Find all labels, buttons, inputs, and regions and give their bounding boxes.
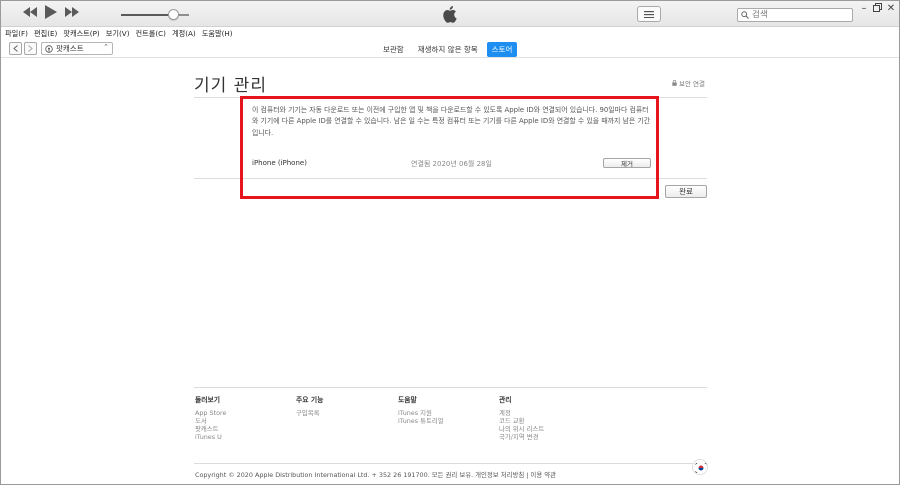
menu-account[interactable]: 계정(A) bbox=[172, 29, 196, 39]
tab-store[interactable]: 스토어 bbox=[486, 42, 518, 57]
rewind-button[interactable] bbox=[23, 7, 37, 17]
itunes-window: – ✕ 파일(F) 편집(E) 팟캐스트(P) 보기(V) 컨트롤(C) 계정(… bbox=[0, 0, 900, 485]
search-box[interactable] bbox=[737, 8, 853, 22]
secure-connection-link[interactable]: 보안 연결 bbox=[672, 78, 705, 88]
footer-heading: 주요 기능 bbox=[296, 396, 324, 404]
menu-file[interactable]: 파일(F) bbox=[5, 29, 28, 39]
footer-column-manage: 관리 계정 코드 교환 나의 위시 리스트 국가/지역 변경 bbox=[499, 394, 544, 441]
list-view-button[interactable] bbox=[637, 6, 661, 22]
minimize-button[interactable]: – bbox=[858, 3, 870, 15]
rewind-icon bbox=[23, 7, 37, 17]
volume-slider-knob[interactable] bbox=[168, 9, 179, 20]
footer-link-books[interactable]: 도서 bbox=[195, 417, 226, 425]
section-tabs: 보관함 재생하지 않은 항목 스토어 bbox=[378, 42, 521, 57]
nav-bar: 팟캐스트 ⌃ 보관함 재생하지 않은 항목 스토어 bbox=[1, 40, 899, 58]
menu-bar: 파일(F) 편집(E) 팟캐스트(P) 보기(V) 컨트롤(C) 계정(A) 도… bbox=[1, 28, 899, 40]
list-view-icon bbox=[644, 10, 654, 18]
menu-edit[interactable]: 편집(E) bbox=[34, 29, 57, 39]
tab-library[interactable]: 보관함 bbox=[378, 42, 409, 57]
page-title: 기기 관리 bbox=[194, 76, 267, 96]
tab-unplayed[interactable]: 재생하지 않은 항목 bbox=[413, 42, 483, 57]
menu-help[interactable]: 도움말(H) bbox=[202, 29, 233, 39]
footer-heading: 관리 bbox=[499, 396, 512, 404]
footer-column-help: 도움말 iTunes 지원 iTunes 튜토리얼 bbox=[398, 394, 444, 425]
footer-heading: 둘러보기 bbox=[195, 396, 221, 404]
chevron-left-icon bbox=[13, 45, 18, 52]
forward-button[interactable] bbox=[24, 42, 37, 55]
copyright-divider bbox=[194, 463, 707, 464]
footer-link-support[interactable]: iTunes 지원 bbox=[398, 409, 444, 417]
footer-link-itunes-u[interactable]: iTunes U bbox=[195, 433, 226, 441]
lock-icon bbox=[672, 80, 677, 86]
updown-chevron-icon: ⌃ bbox=[103, 43, 109, 51]
footer-link-podcasts[interactable]: 팟캐스트 bbox=[195, 425, 226, 433]
copyright-text: Copyright © 2020 Apple Distribution Inte… bbox=[195, 471, 556, 479]
korea-flag-icon[interactable] bbox=[692, 459, 708, 475]
podcast-icon bbox=[45, 44, 53, 53]
footer-divider bbox=[194, 387, 707, 388]
media-type-label: 팟캐스트 bbox=[56, 44, 84, 53]
done-button[interactable]: 완료 bbox=[665, 185, 707, 198]
maximize-button[interactable] bbox=[871, 3, 883, 15]
footer-link-wishlist[interactable]: 나의 위시 리스트 bbox=[499, 425, 544, 433]
fast-forward-button[interactable] bbox=[65, 7, 79, 17]
footer-link-change-country[interactable]: 국가/지역 변경 bbox=[499, 433, 544, 441]
menu-controls[interactable]: 컨트롤(C) bbox=[136, 29, 166, 39]
footer-link-app-store[interactable]: App Store bbox=[195, 409, 226, 417]
menu-podcast[interactable]: 팟캐스트(P) bbox=[63, 29, 99, 39]
media-type-select[interactable]: 팟캐스트 ⌃ bbox=[41, 42, 113, 55]
play-button[interactable] bbox=[45, 5, 57, 19]
secure-connection-label: 보안 연결 bbox=[679, 80, 705, 88]
close-button[interactable]: ✕ bbox=[885, 3, 897, 15]
footer-heading: 도움말 bbox=[398, 396, 417, 404]
apple-logo-icon bbox=[443, 6, 457, 23]
play-icon bbox=[45, 5, 57, 19]
footer-link-redeem[interactable]: 코드 교환 bbox=[499, 417, 544, 425]
fast-forward-icon bbox=[65, 7, 79, 17]
search-icon bbox=[741, 11, 749, 19]
back-button[interactable] bbox=[9, 42, 22, 55]
menu-view[interactable]: 보기(V) bbox=[106, 29, 130, 39]
footer-column-browse: 둘러보기 App Store 도서 팟캐스트 iTunes U bbox=[195, 394, 226, 441]
footer-link-account[interactable]: 계정 bbox=[499, 409, 544, 417]
highlight-box bbox=[240, 96, 659, 199]
footer-link-purchased[interactable]: 구입목록 bbox=[296, 409, 323, 417]
search-input[interactable] bbox=[752, 9, 850, 21]
chevron-right-icon bbox=[28, 45, 33, 52]
footer-column-features: 주요 기능 구입목록 bbox=[296, 394, 323, 417]
footer-link-tutorials[interactable]: iTunes 튜토리얼 bbox=[398, 417, 444, 425]
player-bar: – ✕ bbox=[1, 1, 899, 27]
